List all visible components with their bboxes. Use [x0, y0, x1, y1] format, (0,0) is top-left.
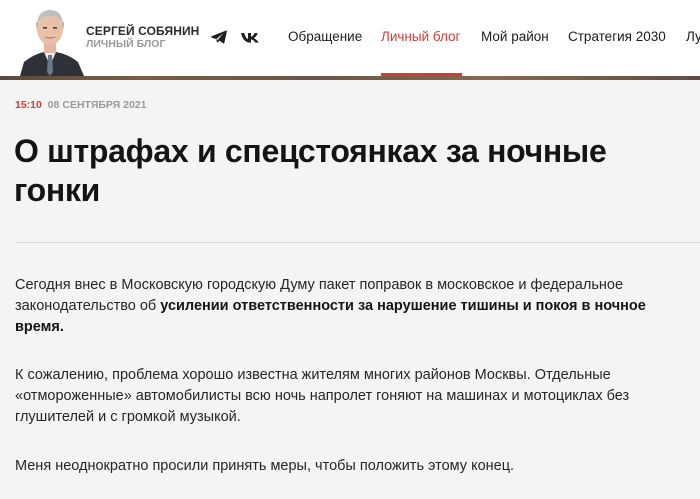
article-title: О штрафах и спецстоянках за ночные гонки	[14, 133, 607, 208]
telegram-icon[interactable]	[210, 29, 228, 45]
author-name[interactable]: СЕРГЕЙ СОБЯНИН	[86, 24, 199, 38]
article-time: 15:10	[15, 99, 42, 111]
nav-item-appeal[interactable]: Обращение	[288, 0, 363, 76]
nav-item-personal-blog[interactable]: Личный блог	[381, 0, 462, 76]
vk-icon[interactable]	[240, 29, 259, 45]
author-avatar[interactable]	[14, 2, 86, 76]
article-paragraph-1: Сегодня внес в Московскую городскую Думу…	[15, 275, 695, 338]
site-header: СЕРГЕЙ СОБЯНИН ЛИЧНЫЙ БЛОГ Обращение Лич…	[0, 0, 700, 76]
article-paragraph-3: Меня неоднократно просили принять меры, …	[15, 458, 515, 474]
article-paragraph-2: К сожалению, проблема хорошо известна жи…	[15, 367, 630, 425]
nav-item-strategy-2030[interactable]: Стратегия 2030	[568, 0, 668, 76]
nav-item-my-district[interactable]: Мой район	[481, 0, 550, 76]
article-meta: 15:10 08 СЕНТЯБРЯ 2021	[15, 99, 146, 111]
author-subtitle: ЛИЧНЫЙ БЛОГ	[86, 38, 166, 50]
header-image-strip	[0, 76, 700, 80]
article-date: 08 СЕНТЯБРЯ 2021	[47, 99, 147, 111]
title-divider	[15, 242, 700, 243]
nav-item-truncated[interactable]: Лу	[686, 0, 700, 76]
